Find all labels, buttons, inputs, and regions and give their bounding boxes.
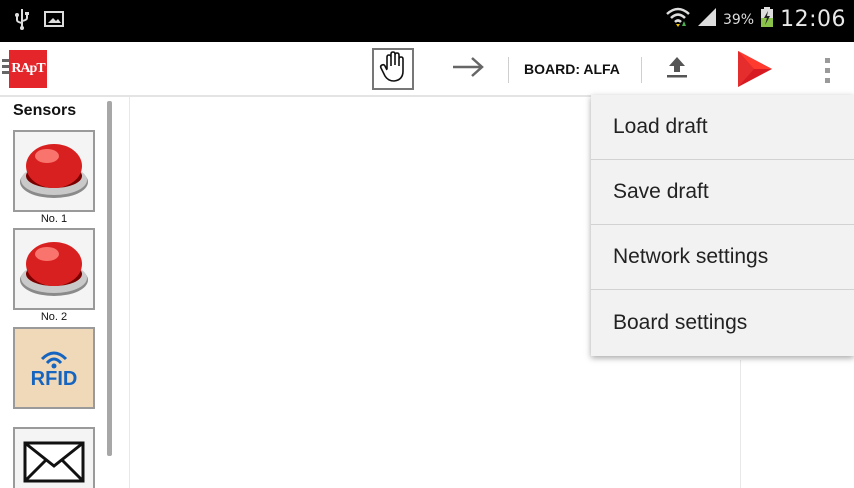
status-left xyxy=(14,8,64,35)
app-logo[interactable]: RApT xyxy=(9,50,47,88)
usb-icon xyxy=(14,8,30,35)
canvas-divider-right xyxy=(740,360,741,488)
sensor-item-message[interactable] xyxy=(13,427,95,488)
menu-item-network-settings[interactable]: Network settings xyxy=(591,225,854,290)
sensors-scrollbar[interactable] xyxy=(107,101,112,456)
status-right: 39% 12:06 xyxy=(665,6,846,33)
menu-item-save-draft[interactable]: Save draft xyxy=(591,160,854,225)
overflow-menu-icon[interactable] xyxy=(816,52,838,88)
play-store-icon xyxy=(734,49,774,94)
sensors-title: Sensors xyxy=(13,102,77,119)
next-button[interactable] xyxy=(450,54,486,84)
red-button-icon xyxy=(17,234,91,305)
sensor-item-1[interactable] xyxy=(13,130,95,212)
separator xyxy=(508,57,509,83)
envelope-icon xyxy=(22,438,86,488)
sensors-panel: Sensors No. 1 No. 2 RFID xyxy=(0,97,122,488)
sensor-caption-2: No. 2 xyxy=(40,311,68,323)
action-bar: RApT BOARD: ALFA xyxy=(0,42,854,97)
menu-item-load-draft[interactable]: Load draft xyxy=(591,95,854,160)
sensor-item-2[interactable] xyxy=(13,228,95,310)
rfid-icon: RFID xyxy=(30,347,78,390)
red-button-icon xyxy=(17,136,91,207)
gallery-icon xyxy=(44,10,64,33)
signal-icon xyxy=(697,7,717,32)
board-label[interactable]: BOARD: ALFA xyxy=(524,61,620,77)
upload-button[interactable] xyxy=(658,52,696,86)
wifi-icon xyxy=(665,6,691,33)
hand-icon xyxy=(378,50,408,88)
app-screen: 39% 12:06 RApT BOARD: ALFA Sensors No. 1… xyxy=(0,0,854,488)
play-store-button[interactable] xyxy=(732,50,776,92)
menu-item-board-settings[interactable]: Board settings xyxy=(591,290,854,355)
upload-icon xyxy=(664,54,690,85)
hand-tool-button[interactable] xyxy=(372,48,414,90)
arrow-right-icon xyxy=(451,56,485,83)
separator xyxy=(641,57,642,83)
clock: 12:06 xyxy=(780,7,846,32)
overflow-menu: Load draft Save draft Network settings B… xyxy=(591,95,854,356)
sensor-item-rfid[interactable]: RFID xyxy=(13,327,95,409)
sensor-caption-1: No. 1 xyxy=(40,213,68,225)
battery-percent: 39% xyxy=(722,11,755,28)
status-bar: 39% 12:06 xyxy=(0,0,854,42)
canvas-divider xyxy=(129,97,130,488)
rfid-label: RFID xyxy=(30,368,78,390)
battery-charging-icon xyxy=(760,6,774,33)
